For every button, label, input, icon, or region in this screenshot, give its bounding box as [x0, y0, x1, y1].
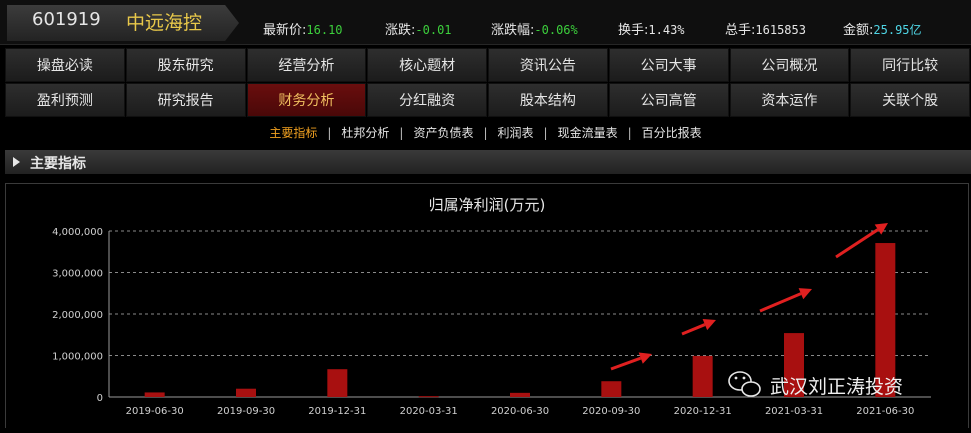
- x-tick-label: 2021-06-30: [856, 406, 914, 417]
- chart-panel: 归属净利润(万元) 0 1,000,000 2,000,000 3,000,000 4,…: [5, 183, 969, 428]
- bar: [144, 392, 165, 397]
- nav-tab[interactable]: 核心题材: [367, 48, 487, 82]
- quote-item: 总手:1615853: [725, 19, 806, 38]
- nav-tab[interactable]: 公司概况: [729, 48, 850, 82]
- subnav-link[interactable]: 百分比报表: [642, 126, 702, 140]
- nav-tab[interactable]: 公司高管: [608, 83, 729, 117]
- x-tick-label: 2020-06-30: [491, 406, 549, 417]
- bar: [510, 392, 530, 397]
- bar: [236, 388, 256, 397]
- y-tick-label: 4,000,000: [52, 227, 103, 238]
- quote-item: 金额:25.95亿: [843, 19, 922, 38]
- quote-label: 金额:: [843, 23, 874, 38]
- nav-tab[interactable]: 研究报告: [125, 83, 246, 117]
- watermark-text: 武汉刘正涛投资: [770, 376, 903, 398]
- nav-tab[interactable]: 资本运作: [729, 83, 850, 117]
- nav-tab[interactable]: 盈利预测: [5, 83, 125, 117]
- x-tick-label: 2020-12-31: [674, 406, 732, 417]
- quote-item: 涨跌:-0.01: [385, 19, 452, 38]
- y-tick-label: 0: [97, 393, 103, 404]
- quote-label: 涨跌幅:: [491, 23, 535, 38]
- quote-value: -0.01: [415, 23, 452, 37]
- x-tick-label: 2019-09-30: [217, 406, 275, 417]
- nav-tab[interactable]: 公司大事: [608, 48, 729, 82]
- quote-value: 16.10: [306, 23, 343, 37]
- subnav-separator: |: [327, 126, 332, 140]
- nav-tab[interactable]: 分红融资: [367, 83, 487, 117]
- net-profit-chart: 归属净利润(万元) 0 1,000,000 2,000,000 3,000,000 4,…: [52, 196, 931, 417]
- y-tick-label: 2,000,000: [52, 310, 103, 321]
- subnav-link[interactable]: 主要指标: [269, 126, 317, 140]
- y-tick-label: 3,000,000: [52, 269, 103, 280]
- x-tick-label: 2019-12-31: [308, 406, 366, 417]
- subnav-separator: |: [627, 126, 632, 140]
- wechat-logo-icon: [728, 371, 761, 397]
- nav-tab[interactable]: 关联个股: [850, 83, 970, 117]
- subnav-separator: |: [543, 126, 548, 140]
- x-tick-label: 2019-06-30: [126, 406, 184, 417]
- x-tick-label: 2021-03-31: [765, 406, 823, 417]
- quote-value: 25.95亿: [873, 23, 922, 37]
- stock-name[interactable]: 中远海控: [126, 8, 202, 35]
- quote-item: 换手:1.43%: [618, 19, 685, 38]
- quote-label: 换手:: [618, 23, 649, 38]
- nav-tab[interactable]: 股本结构: [488, 83, 608, 117]
- section-title: 主要指标: [30, 156, 86, 172]
- nav-tab[interactable]: 股东研究: [125, 48, 246, 82]
- subnav-link[interactable]: 利润表: [498, 126, 534, 140]
- quote-value: 1.43%: [648, 23, 685, 37]
- bar: [418, 396, 439, 398]
- collapse-triangle-icon[interactable]: [13, 157, 20, 167]
- trend-arrow-line: [759, 292, 802, 313]
- nav-tab[interactable]: 财务分析: [246, 83, 367, 117]
- chart-title: 归属净利润(万元): [429, 196, 546, 214]
- stock-header: 601919 中远海控 最新价:16.10 涨跌:-0.01 涨跌幅:-0.06% 换…: [0, 0, 971, 45]
- bar: [327, 369, 348, 397]
- quote-value: 1615853: [755, 23, 806, 37]
- nav-tab[interactable]: 经营分析: [246, 48, 367, 82]
- nav-row-2: 盈利预测 研究报告 财务分析 分红融资 股本结构 公司高管 资本运作 关联个股: [5, 83, 971, 117]
- quote-value: -0.06%: [534, 23, 578, 37]
- bar: [875, 243, 896, 397]
- trend-arrow-line: [835, 228, 879, 259]
- nav-tab[interactable]: 操盘必读: [5, 48, 125, 82]
- subnav-link[interactable]: 现金流量表: [558, 126, 618, 140]
- subnav-link[interactable]: 资产负债表: [413, 126, 473, 140]
- quote-label: 最新价:: [263, 23, 307, 38]
- subnav-separator: |: [483, 126, 488, 140]
- trend-arrow-line: [610, 356, 642, 371]
- x-tick-label: 2020-03-31: [400, 406, 458, 417]
- bar: [601, 381, 622, 397]
- section-header[interactable]: 主要指标: [5, 150, 971, 174]
- trend-arrow-line: [681, 323, 706, 336]
- sub-nav: 主要指标 | 杜邦分析 | 资产负债表 | 利润表 | 现金流量表 | 百分比报表: [0, 124, 971, 142]
- nav-tab[interactable]: 同行比较: [850, 48, 970, 82]
- quote-label: 总手:: [725, 23, 756, 38]
- quote-item: 最新价:16.10: [263, 19, 343, 38]
- x-tick-label: 2020-09-30: [582, 406, 640, 417]
- quote-label: 涨跌:: [385, 23, 416, 38]
- subnav-separator: |: [399, 126, 404, 140]
- y-tick-label: 1,000,000: [52, 352, 103, 363]
- stock-code: 601919: [32, 9, 101, 30]
- nav-row-1: 操盘必读 股东研究 经营分析 核心题材 资讯公告 公司大事 公司概况 同行比较: [5, 48, 971, 82]
- quote-item: 涨跌幅:-0.06%: [491, 19, 578, 38]
- bar: [692, 355, 713, 397]
- nav-tab[interactable]: 资讯公告: [488, 48, 608, 82]
- subnav-link[interactable]: 杜邦分析: [341, 126, 389, 140]
